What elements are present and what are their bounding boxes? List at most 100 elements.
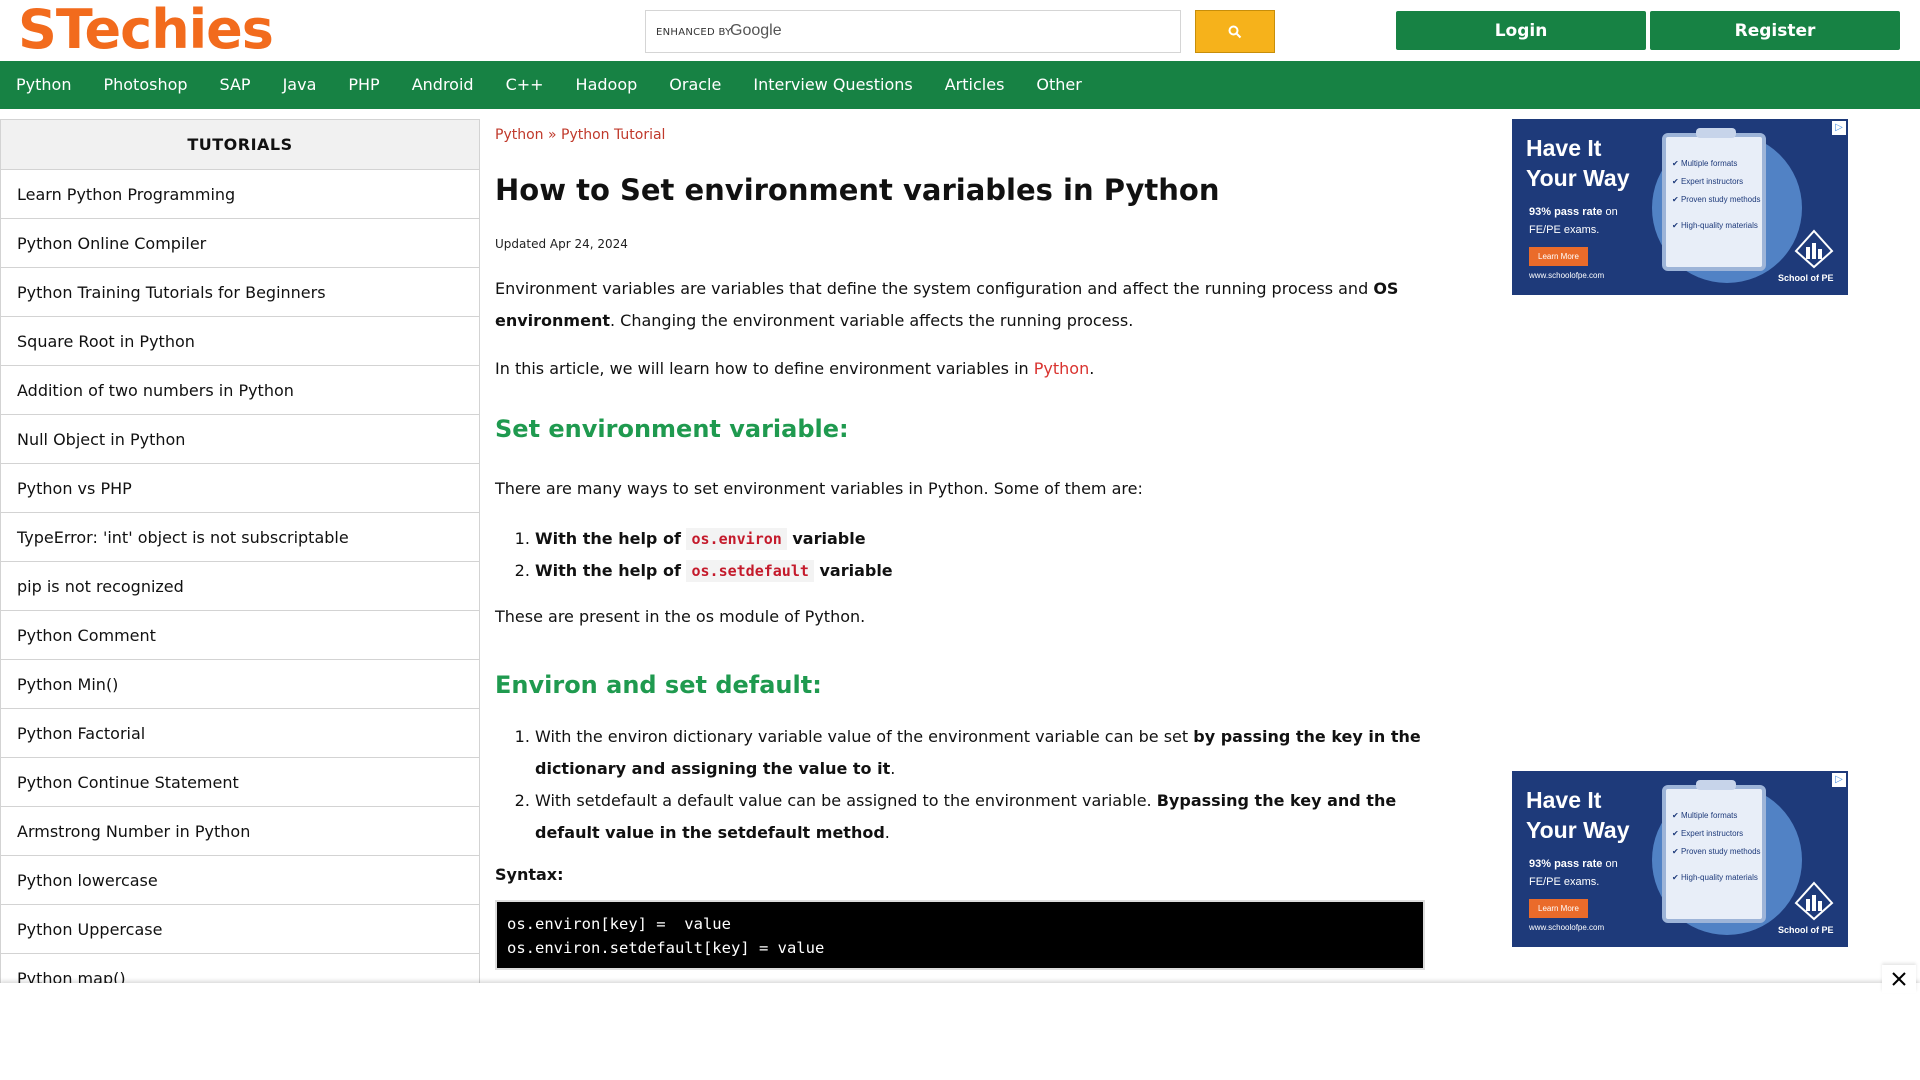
sidebar-item[interactable]: Python vs PHP xyxy=(1,464,479,513)
list-item: With the help of os.environ variable xyxy=(535,523,1425,555)
search-enhanced-label: ENHANCED BY xyxy=(656,27,732,38)
p2-text-a: In this article, we will learn how to de… xyxy=(495,359,1034,378)
breadcrumb-separator: » xyxy=(543,127,561,143)
page-title: How to Set environment variables in Pyth… xyxy=(495,173,1220,207)
ad-learn-more-button[interactable]: Learn More xyxy=(1529,247,1588,266)
code-line: os.environ.setdefault[key] = value xyxy=(507,939,825,957)
list-item: With the help of os.setdefault variable xyxy=(535,555,1425,587)
ad-info-icon[interactable]: ▷ xyxy=(1832,121,1846,135)
search-box[interactable]: ENHANCED BY Google xyxy=(645,10,1181,53)
intro-text-a: Environment variables are variables that… xyxy=(495,279,1374,298)
ad-check-item: ✔ Proven study methods xyxy=(1672,847,1761,856)
advertisement[interactable]: ✔ Multiple formats ✔ Expert instructors … xyxy=(1512,119,1848,295)
ad-subtitle: 93% pass rate on FE/PE exams. xyxy=(1529,858,1618,888)
site-logo[interactable]: STechies xyxy=(18,0,274,60)
sidebar-item[interactable]: Python Comment xyxy=(1,611,479,660)
sidebar-item[interactable]: pip is not recognized xyxy=(1,562,479,611)
nav-item-hadoop[interactable]: Hadoop xyxy=(560,61,654,109)
nav-item-other[interactable]: Other xyxy=(1020,61,1097,109)
updated-date: Updated Apr 24, 2024 xyxy=(495,237,628,251)
ad-check-item: ✔ Multiple formats xyxy=(1672,811,1738,820)
ad-check-item: ✔ Proven study methods xyxy=(1672,195,1761,204)
school-building-icon xyxy=(1794,881,1834,921)
sidebar-item[interactable]: Python Continue Statement xyxy=(1,758,479,807)
list-item-pre: With the help of xyxy=(535,561,687,580)
ad-brand: School of PE xyxy=(1778,273,1834,283)
ad-check-item: ✔ High-quality materials xyxy=(1672,221,1758,230)
article: Python » Python Tutorial How to Set envi… xyxy=(495,119,1425,970)
sidebar-item[interactable]: Python Factorial xyxy=(1,709,479,758)
google-logo: Google xyxy=(730,22,782,39)
ad-check-item: ✔ Expert instructors xyxy=(1672,177,1744,186)
python-link[interactable]: Python xyxy=(1034,359,1089,378)
close-ad-button[interactable] xyxy=(1882,965,1916,993)
nav-item-articles[interactable]: Articles xyxy=(929,61,1021,109)
code-block: os.environ[key] = value os.environ.setde… xyxy=(495,900,1425,970)
nav-item-java[interactable]: Java xyxy=(267,61,333,109)
close-icon xyxy=(1892,972,1906,986)
sidebar-item[interactable]: Python lowercase xyxy=(1,856,479,905)
sidebar-item[interactable]: Learn Python Programming xyxy=(1,170,479,219)
ad-url: www.schoolofpe.com xyxy=(1529,271,1605,280)
sidebar-item[interactable]: TypeError: 'int' object is not subscript… xyxy=(1,513,479,562)
sidebar-item[interactable]: Python Online Compiler xyxy=(1,219,479,268)
ad-subtitle: 93% pass rate on FE/PE exams. xyxy=(1529,206,1618,236)
breadcrumb-python[interactable]: Python xyxy=(495,127,544,143)
sidebar-title: TUTORIALS xyxy=(1,120,479,170)
tutorials-sidebar: TUTORIALS Learn Python Programming Pytho… xyxy=(0,119,480,1080)
environ-list: With the environ dictionary variable val… xyxy=(495,721,1425,849)
ad-check-item: ✔ Expert instructors xyxy=(1672,829,1744,838)
methods-list: With the help of os.environ variable Wit… xyxy=(495,523,1425,587)
article-paragraph: There are many ways to set environment v… xyxy=(495,479,1143,498)
nav-item-cpp[interactable]: C++ xyxy=(490,61,560,109)
intro-text-b: . Changing the environment variable affe… xyxy=(610,311,1134,330)
sidebar-item[interactable]: Python Min() xyxy=(1,660,479,709)
section-heading: Environ and set default: xyxy=(495,671,822,699)
nav-item-python[interactable]: Python xyxy=(0,61,87,109)
intro-paragraph: Environment variables are variables that… xyxy=(495,273,1425,337)
list-item-pre: With the help of xyxy=(535,529,687,548)
ad-check-item: ✔ Multiple formats xyxy=(1672,159,1738,168)
school-building-icon xyxy=(1794,229,1834,269)
sidebar-item[interactable]: Armstrong Number in Python xyxy=(1,807,479,856)
breadcrumb-python-tutorial[interactable]: Python Tutorial xyxy=(561,127,665,143)
clipboard-clip-icon xyxy=(1696,128,1736,138)
ad-info-icon[interactable]: ▷ xyxy=(1832,773,1846,787)
sidebar-item[interactable]: Python Uppercase xyxy=(1,905,479,954)
list-item: With setdefault a default value can be a… xyxy=(535,785,1425,849)
sidebar-item[interactable]: Null Object in Python xyxy=(1,415,479,464)
main-nav: Python Photoshop SAP Java PHP Android C+… xyxy=(0,61,1920,109)
bottom-ad-bar xyxy=(0,983,1920,1080)
ad-url: www.schoolofpe.com xyxy=(1529,923,1605,932)
list-item-post: variable xyxy=(813,561,893,580)
ad-brand: School of PE xyxy=(1778,925,1834,935)
article-paragraph: In this article, we will learn how to de… xyxy=(495,353,1425,385)
list-item-text: With setdefault a default value can be a… xyxy=(535,791,1157,810)
nav-item-sap[interactable]: SAP xyxy=(204,61,267,109)
advertisement[interactable]: ✔ Multiple formats ✔ Expert instructors … xyxy=(1512,771,1848,947)
ad-learn-more-button[interactable]: Learn More xyxy=(1529,899,1588,918)
search-icon xyxy=(1228,25,1242,38)
search-input[interactable] xyxy=(796,17,1166,47)
login-button[interactable]: Login xyxy=(1396,11,1646,50)
inline-code: os.setdefault xyxy=(686,560,814,582)
sidebar-item[interactable]: Square Root in Python xyxy=(1,317,479,366)
ad-title: Have It Your Way xyxy=(1526,787,1630,843)
inline-code: os.environ xyxy=(686,528,787,550)
list-item: With the environ dictionary variable val… xyxy=(535,721,1425,785)
sidebar-item[interactable]: Python Training Tutorials for Beginners xyxy=(1,268,479,317)
ad-title: Have It Your Way xyxy=(1526,135,1630,191)
clipboard-clip-icon xyxy=(1696,780,1736,790)
nav-item-php[interactable]: PHP xyxy=(332,61,395,109)
nav-item-photoshop[interactable]: Photoshop xyxy=(87,61,203,109)
p2-text-b: . xyxy=(1089,359,1095,378)
ad-check-item: ✔ High-quality materials xyxy=(1672,873,1758,882)
search-button[interactable] xyxy=(1195,10,1275,53)
nav-item-oracle[interactable]: Oracle xyxy=(653,61,737,109)
nav-item-android[interactable]: Android xyxy=(396,61,490,109)
site-header: STechies ENHANCED BY Google Login Regist… xyxy=(0,0,1920,61)
sidebar-item[interactable]: Addition of two numbers in Python xyxy=(1,366,479,415)
nav-item-interview-questions[interactable]: Interview Questions xyxy=(737,61,928,109)
register-button[interactable]: Register xyxy=(1650,11,1900,50)
section-heading: Set environment variable: xyxy=(495,415,849,443)
